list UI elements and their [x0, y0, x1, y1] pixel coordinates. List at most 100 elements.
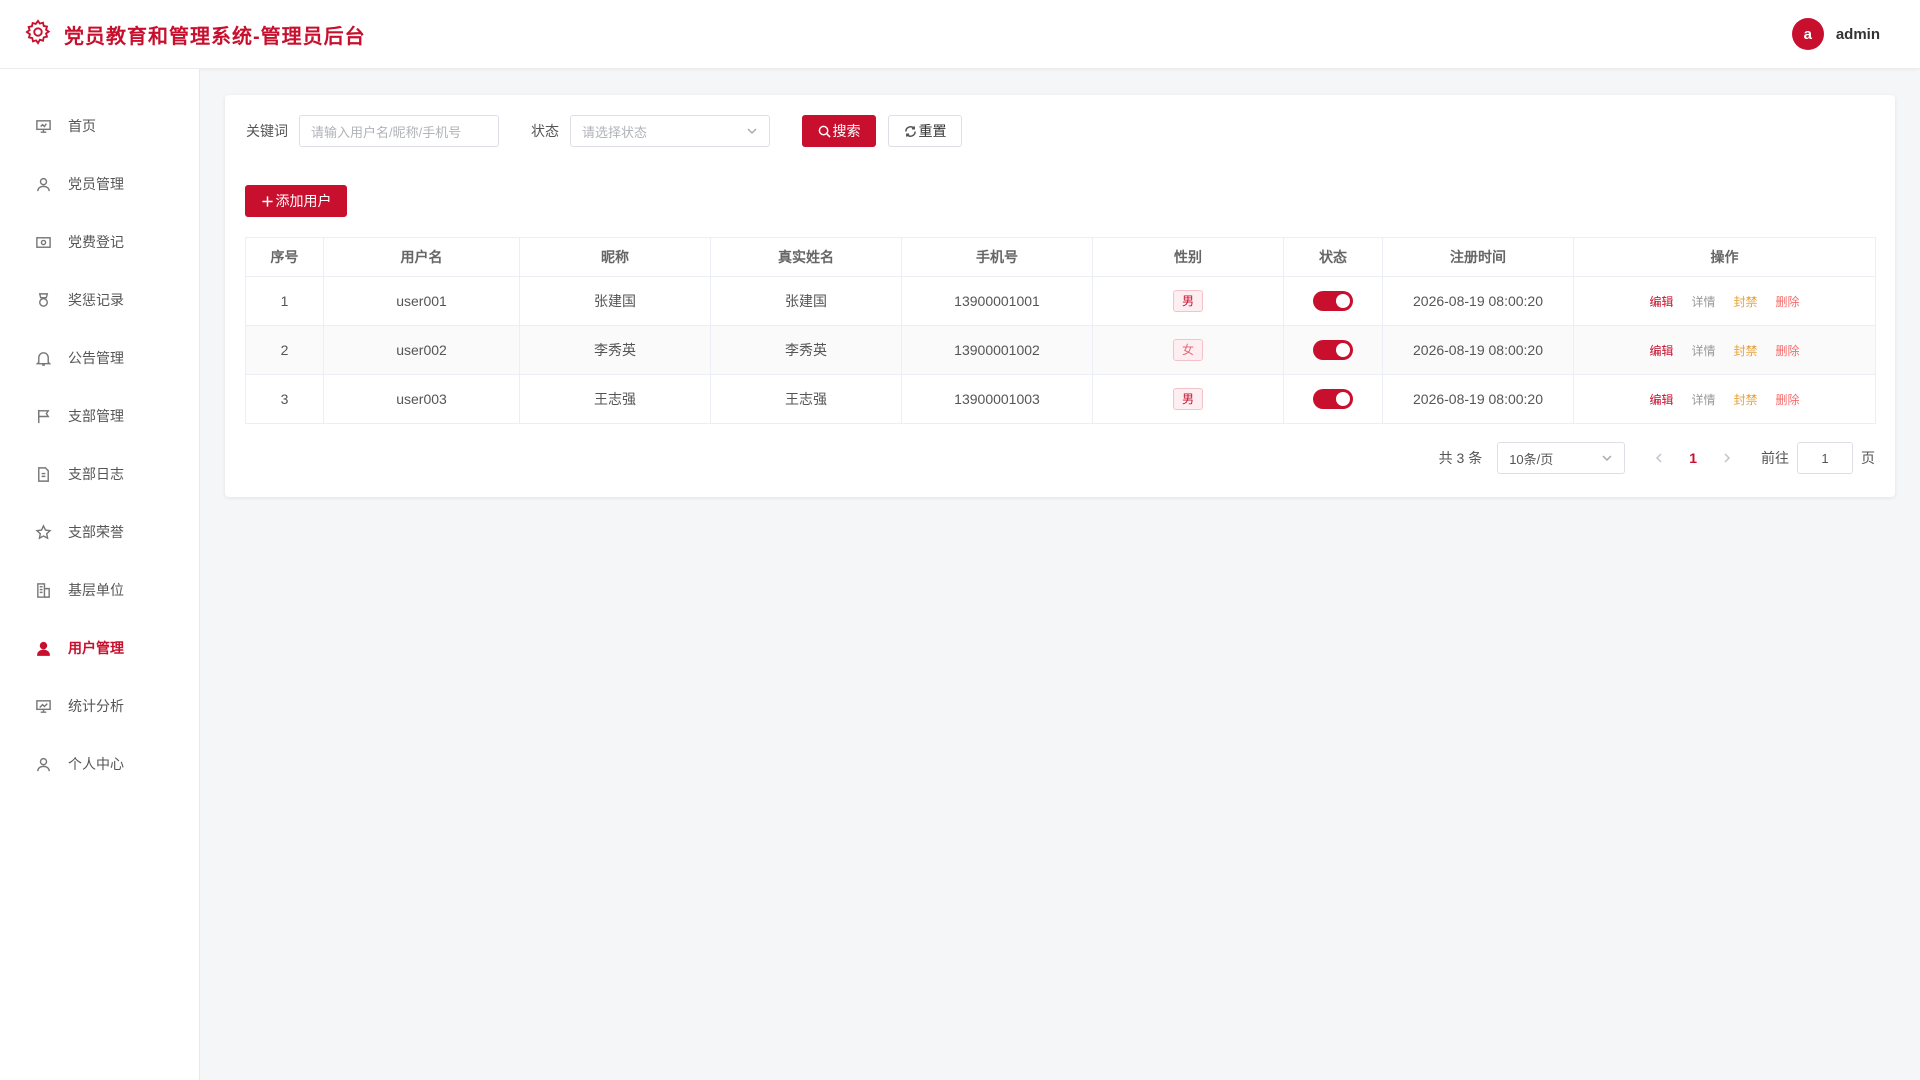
sidebar-item-label: 基层单位	[68, 582, 124, 598]
edit-link[interactable]: 编辑	[1649, 295, 1673, 309]
sidebar-item-label: 支部管理	[68, 408, 124, 424]
sidebar-item-rewards[interactable]: 奖惩记录	[0, 271, 199, 329]
column-header: 真实姓名	[710, 237, 902, 277]
cell-nickname: 李秀英	[519, 325, 711, 375]
sidebar-item-logs[interactable]: 支部日志	[0, 445, 199, 503]
page-size-value: 10条/页	[1509, 451, 1554, 467]
cell-username: user003	[323, 374, 520, 424]
brand: 党员教育和管理系统-管理员后台	[24, 18, 366, 51]
cell-actions: 编辑 详情 封禁 删除	[1573, 374, 1876, 424]
chevron-down-icon	[1602, 455, 1612, 462]
cell-phone: 13900001003	[901, 374, 1093, 424]
cell-actions: 编辑 详情 封禁 删除	[1573, 325, 1876, 375]
search-button-label: 搜索	[832, 123, 861, 139]
add-user-label: 添加用户	[275, 193, 332, 209]
cell-registered: 2026-08-19 08:00:20	[1382, 374, 1574, 424]
cell-actions: 编辑 详情 封禁 删除	[1573, 276, 1876, 326]
pagination: 共 3 条 10条/页 1 前往 1 页	[1439, 442, 1875, 474]
sidebar-item-profile[interactable]: 个人中心	[0, 735, 199, 793]
toggle-knob	[1336, 343, 1350, 357]
chart-board-icon	[34, 697, 52, 715]
avatar[interactable]: a	[1791, 18, 1824, 50]
total-count: 共 3 条	[1438, 450, 1483, 466]
delete-link[interactable]: 删除	[1776, 295, 1800, 309]
column-header: 序号	[245, 237, 324, 277]
user-management-card: 关键词 请输入用户名/昵称/手机号 状态 请选择状态 搜索 重置 添加用户 序号…	[225, 95, 1895, 497]
refresh-icon	[904, 125, 916, 137]
keyword-input[interactable]: 请输入用户名/昵称/手机号	[299, 115, 499, 147]
sidebar-item-label: 公告管理	[68, 350, 124, 366]
sidebar-item-stats[interactable]: 统计分析	[0, 677, 199, 735]
detail-link[interactable]: 详情	[1691, 295, 1715, 309]
star-icon	[34, 523, 52, 541]
delete-link[interactable]: 删除	[1776, 344, 1800, 358]
column-header: 操作	[1573, 237, 1876, 277]
status-toggle[interactable]	[1313, 340, 1353, 360]
sidebar-item-label: 党费登记	[68, 234, 124, 250]
detail-link[interactable]: 详情	[1691, 393, 1715, 407]
sidebar-item-label: 统计分析	[68, 698, 124, 714]
cell-status	[1283, 325, 1383, 375]
table-row: 3 user003 王志强 王志强 13900001003 男 2026-08-…	[245, 374, 1876, 424]
sidebar-item-label: 个人中心	[68, 756, 124, 772]
top-header: 党员教育和管理系统-管理员后台 a admin	[0, 0, 1920, 69]
presentation-icon	[34, 117, 52, 135]
table-header-row: 序号 用户名 昵称 真实姓名 手机号 性别 状态 注册时间 操作	[245, 237, 1876, 277]
cell-realname: 李秀英	[710, 325, 902, 375]
detail-link[interactable]: 详情	[1691, 344, 1715, 358]
chevron-left-icon[interactable]	[1653, 452, 1665, 464]
sidebar-item-units[interactable]: 基层单位	[0, 561, 199, 619]
sidebar-item-label: 奖惩记录	[68, 292, 124, 308]
cell-phone: 13900001001	[901, 276, 1093, 326]
plus-icon	[261, 195, 273, 207]
ban-link[interactable]: 封禁	[1734, 393, 1758, 407]
edit-link[interactable]: 编辑	[1649, 393, 1673, 407]
cell-gender: 男	[1092, 276, 1284, 326]
status-toggle[interactable]	[1313, 389, 1353, 409]
gender-tag: 男	[1173, 388, 1203, 410]
cell-username: user002	[323, 325, 520, 375]
sidebar-item-home[interactable]: 首页	[0, 97, 199, 155]
cell-nickname: 张建国	[519, 276, 711, 326]
cell-index: 1	[245, 276, 324, 326]
sidebar-item-users[interactable]: 用户管理	[0, 619, 199, 677]
chevron-right-icon[interactable]	[1721, 452, 1733, 464]
sidebar-item-label: 党员管理	[68, 176, 124, 192]
sidebar: 首页 党员管理 党费登记 奖惩记录 公告管理 支部管理 支部日志 支部荣誉 基层…	[0, 69, 200, 1080]
page-number-current[interactable]: 1	[1689, 450, 1697, 466]
toggle-knob	[1336, 392, 1350, 406]
column-header: 性别	[1092, 237, 1284, 277]
user-icon	[34, 175, 52, 193]
building-icon	[34, 581, 52, 599]
edit-link[interactable]: 编辑	[1649, 344, 1673, 358]
sidebar-item-notices[interactable]: 公告管理	[0, 329, 199, 387]
filter-bar: 关键词 请输入用户名/昵称/手机号 状态 请选择状态 搜索 重置	[246, 115, 962, 147]
add-user-button[interactable]: 添加用户	[245, 185, 347, 217]
user-icon	[34, 755, 52, 773]
gear-logo-icon	[24, 18, 52, 51]
sidebar-item-dues[interactable]: 党费登记	[0, 213, 199, 271]
cell-realname: 王志强	[710, 374, 902, 424]
status-select[interactable]: 请选择状态	[570, 115, 770, 147]
page-size-select[interactable]: 10条/页	[1497, 442, 1626, 474]
bell-icon	[34, 349, 52, 367]
search-button[interactable]: 搜索	[802, 115, 876, 147]
column-header: 昵称	[519, 237, 711, 277]
goto-page-input[interactable]: 1	[1797, 442, 1853, 474]
user-menu[interactable]: a admin	[1791, 18, 1880, 50]
user-name[interactable]: admin	[1836, 26, 1880, 43]
cell-realname: 张建国	[710, 276, 902, 326]
toggle-knob	[1336, 294, 1350, 308]
sidebar-item-branches[interactable]: 支部管理	[0, 387, 199, 445]
ban-link[interactable]: 封禁	[1734, 344, 1758, 358]
sidebar-item-honors[interactable]: 支部荣誉	[0, 503, 199, 561]
sidebar-item-members[interactable]: 党员管理	[0, 155, 199, 213]
cell-index: 3	[245, 374, 324, 424]
delete-link[interactable]: 删除	[1776, 393, 1800, 407]
reset-button[interactable]: 重置	[888, 115, 962, 147]
medal-icon	[34, 291, 52, 309]
cell-username: user001	[323, 276, 520, 326]
ban-link[interactable]: 封禁	[1734, 295, 1758, 309]
column-header: 用户名	[323, 237, 520, 277]
status-toggle[interactable]	[1313, 291, 1353, 311]
